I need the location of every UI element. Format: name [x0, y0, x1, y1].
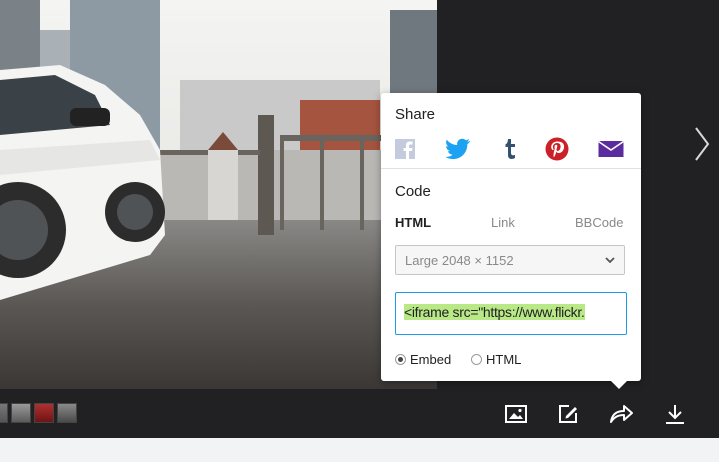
embed-option-label: Embed: [410, 351, 452, 367]
download-icon[interactable]: [663, 402, 687, 426]
panel-divider: [381, 168, 641, 169]
size-select[interactable]: Large 2048 × 1152: [395, 245, 625, 275]
share-icon[interactable]: [608, 402, 633, 426]
image-icon[interactable]: [504, 402, 528, 426]
tab-bbcode[interactable]: BBCode: [575, 215, 623, 230]
filmstrip: [0, 403, 77, 423]
filmstrip-thumbnail[interactable]: [34, 403, 54, 423]
email-icon[interactable]: [598, 137, 624, 161]
embed-code-field[interactable]: <iframe src="https://www.flickr.: [395, 292, 627, 335]
chevron-down-icon: [604, 254, 616, 269]
share-popover: Share Code HTML Link BBCode Large 2048 ×…: [381, 93, 641, 389]
tumblr-icon[interactable]: [496, 137, 522, 161]
page-footer-strip: [0, 438, 719, 462]
pinterest-icon[interactable]: [544, 137, 570, 161]
filmstrip-thumbnail[interactable]: [57, 403, 77, 423]
radio-selected: [395, 353, 406, 365]
size-select-value: Large 2048 × 1152: [405, 253, 514, 268]
main-photo: [0, 0, 437, 389]
bottom-toolbar: [0, 390, 719, 438]
embed-option-label: HTML: [486, 351, 522, 367]
edit-icon[interactable]: [556, 402, 580, 426]
embed-option-html[interactable]: HTML: [471, 351, 521, 367]
next-photo-arrow[interactable]: [690, 124, 712, 164]
share-title: Share: [395, 106, 436, 123]
tab-link[interactable]: Link: [491, 215, 515, 230]
code-title: Code: [395, 183, 431, 200]
code-format-tabs: HTML Link BBCode: [395, 215, 627, 233]
embed-option-embed[interactable]: Embed: [395, 351, 451, 367]
embed-code-text: <iframe src="https://www.flickr.: [404, 304, 585, 320]
facebook-icon[interactable]: [392, 137, 418, 161]
filmstrip-thumbnail[interactable]: [11, 403, 31, 423]
twitter-icon[interactable]: [445, 137, 471, 161]
radio-unselected: [471, 353, 482, 365]
tab-html[interactable]: HTML: [395, 215, 431, 230]
filmstrip-thumbnail[interactable]: [0, 403, 8, 423]
